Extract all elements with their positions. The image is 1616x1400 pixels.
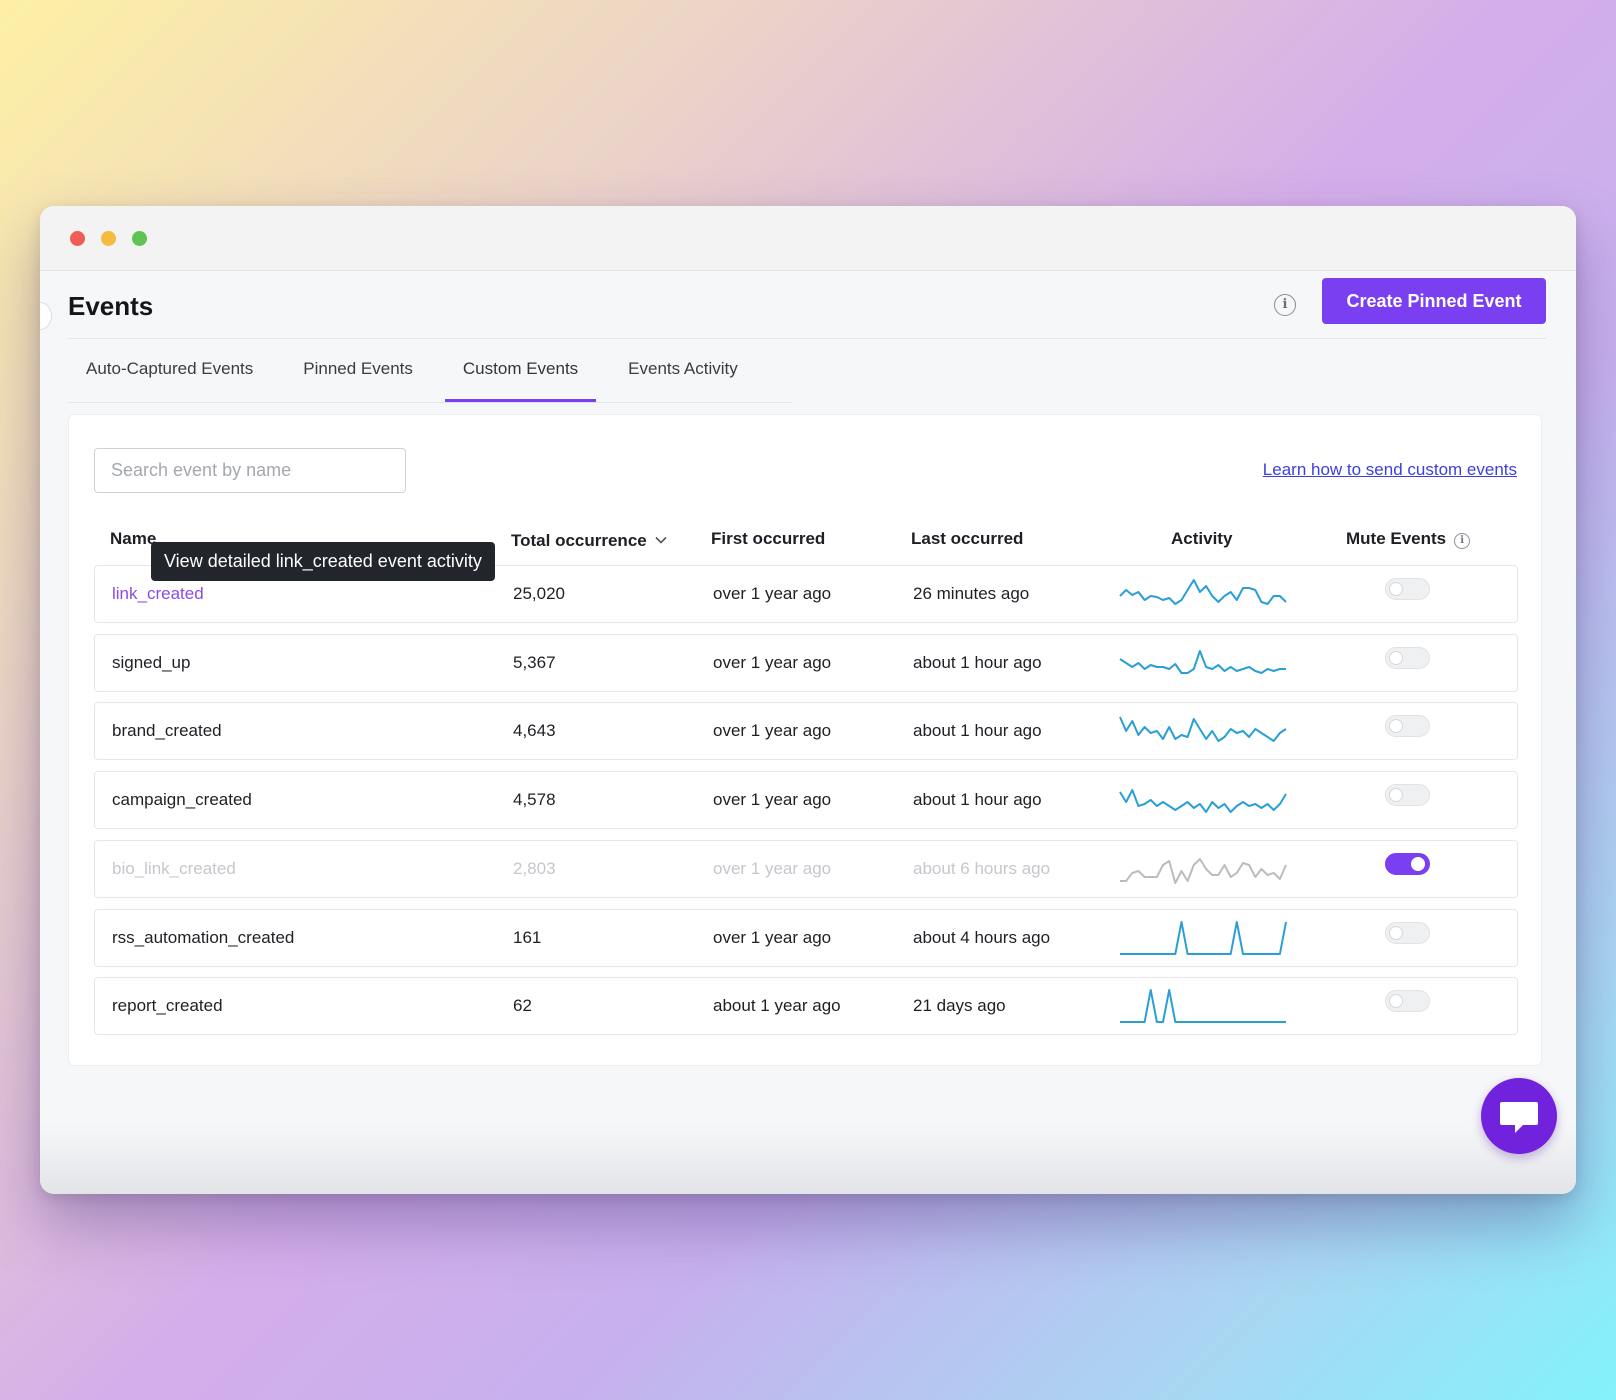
table-row[interactable]: campaign_created 4,578 over 1 year ago abou… — [94, 771, 1518, 830]
column-header-first-occurred: First occurred — [711, 529, 826, 548]
total-occurrence: 4,643 — [513, 721, 556, 741]
column-header-total-occurrence[interactable]: Total occurrence — [511, 529, 667, 551]
event-name[interactable]: bio_link_created — [112, 841, 236, 897]
last-occurred: 21 days ago — [913, 996, 1006, 1016]
toggle-knob — [1389, 925, 1403, 940]
event-name[interactable]: rss_automation_created — [112, 910, 294, 966]
table-row[interactable]: report_created 62 about 1 year ago 21 days … — [94, 977, 1518, 1036]
events-card: Learn how to send custom events Name Tot… — [68, 414, 1542, 1066]
first-occurred: about 1 year ago — [713, 996, 841, 1016]
total-occurrence: 25,020 — [513, 584, 565, 603]
toggle-knob — [1389, 788, 1403, 803]
column-header-mute-label: Mute Events — [1346, 529, 1447, 548]
event-name[interactable]: campaign_created — [112, 772, 252, 828]
search-input[interactable] — [94, 448, 406, 493]
bottom-fade — [40, 1124, 1576, 1194]
table-row[interactable]: brand_created 4,643 over 1 year ago about 1… — [94, 702, 1518, 761]
toggle-knob — [1389, 582, 1403, 596]
event-name[interactable]: brand_created — [112, 703, 222, 759]
last-occurred: about 1 hour ago — [913, 721, 1042, 741]
app-window: Events i Create Pinned Event Auto-Captur… — [40, 206, 1576, 1194]
mute-toggle[interactable] — [1385, 578, 1430, 600]
maximize-window-button[interactable] — [132, 231, 147, 246]
first-occurred: over 1 year ago — [713, 652, 832, 672]
total-occurrence: 161 — [513, 927, 542, 947]
create-pinned-event-button[interactable]: Create Pinned Event — [1322, 278, 1546, 324]
activity-sparkline — [1118, 645, 1288, 681]
table-row[interactable]: bio_link_created 2,803 over 1 year ago abou… — [94, 839, 1518, 898]
last-occurred: about 4 hours ago — [913, 927, 1051, 947]
toggle-knob — [1389, 719, 1403, 734]
tab-pinned-events[interactable]: Pinned Events — [285, 338, 431, 402]
first-occurred: over 1 year ago — [713, 584, 832, 603]
activity-sparkline — [1118, 988, 1288, 1024]
total-occurrence: 4,578 — [513, 790, 556, 810]
total-occurrence: 2,803 — [513, 858, 556, 878]
mute-toggle[interactable] — [1385, 852, 1430, 875]
row-tooltip: View detailed link_created event activit… — [151, 542, 495, 581]
activity-sparkline — [1118, 576, 1288, 612]
tab-auto-captured-events[interactable]: Auto-Captured Events — [68, 338, 271, 402]
toggle-knob — [1389, 994, 1403, 1009]
toggle-knob — [1389, 650, 1403, 665]
learn-custom-events-link[interactable]: Learn how to send custom events — [1263, 460, 1517, 480]
column-header-mute-events: Mute Events i — [1346, 529, 1471, 549]
last-occurred: 26 minutes ago — [913, 584, 1030, 603]
last-occurred: about 1 hour ago — [913, 652, 1042, 672]
first-occurred: over 1 year ago — [713, 721, 832, 741]
activity-sparkline — [1118, 782, 1288, 818]
column-header-last-occurred: Last occurred — [911, 529, 1024, 548]
mute-toggle[interactable] — [1385, 784, 1430, 807]
table-row[interactable]: signed_up 5,367 over 1 year ago about 1 hou… — [94, 633, 1518, 692]
title-bar — [40, 206, 1576, 271]
minimize-window-button[interactable] — [101, 231, 116, 246]
page-header: Events i Create Pinned Event — [68, 270, 1546, 339]
mute-toggle[interactable] — [1385, 646, 1430, 669]
info-icon[interactable]: i — [1454, 533, 1471, 549]
sidebar-collapse-handle[interactable] — [40, 302, 52, 330]
mute-toggle[interactable] — [1385, 715, 1430, 738]
total-occurrence: 5,367 — [513, 652, 556, 672]
toggle-knob — [1411, 856, 1425, 871]
tab-events-activity[interactable]: Events Activity — [610, 338, 756, 402]
event-name[interactable]: report_created — [112, 978, 223, 1034]
total-occurrence: 62 — [513, 996, 532, 1016]
mute-toggle[interactable] — [1385, 921, 1430, 944]
first-occurred: over 1 year ago — [713, 790, 832, 810]
column-header-total-label: Total occurrence — [511, 531, 647, 550]
close-window-button[interactable] — [70, 231, 85, 246]
tab-custom-events[interactable]: Custom Events — [444, 338, 597, 402]
event-name[interactable]: signed_up — [112, 635, 190, 691]
column-header-name[interactable]: Name — [110, 529, 156, 549]
chevron-down-icon[interactable] — [655, 529, 667, 549]
info-icon[interactable]: i — [1274, 294, 1296, 316]
activity-sparkline — [1118, 713, 1288, 749]
page-title: Events — [68, 291, 154, 321]
first-occurred: over 1 year ago — [713, 927, 832, 947]
activity-sparkline — [1118, 851, 1288, 887]
table-row[interactable]: rss_automation_created 161 over 1 year ago… — [94, 908, 1518, 967]
last-occurred: about 6 hours ago — [913, 858, 1051, 878]
column-header-activity: Activity — [1171, 529, 1233, 548]
tab-bar: Auto-Captured Events Pinned Events Custo… — [68, 338, 792, 403]
chat-bubble-icon[interactable] — [1481, 1078, 1557, 1154]
first-occurred: over 1 year ago — [713, 858, 832, 878]
mute-toggle[interactable] — [1385, 990, 1430, 1013]
last-occurred: about 1 hour ago — [913, 790, 1042, 810]
activity-sparkline — [1118, 920, 1288, 956]
